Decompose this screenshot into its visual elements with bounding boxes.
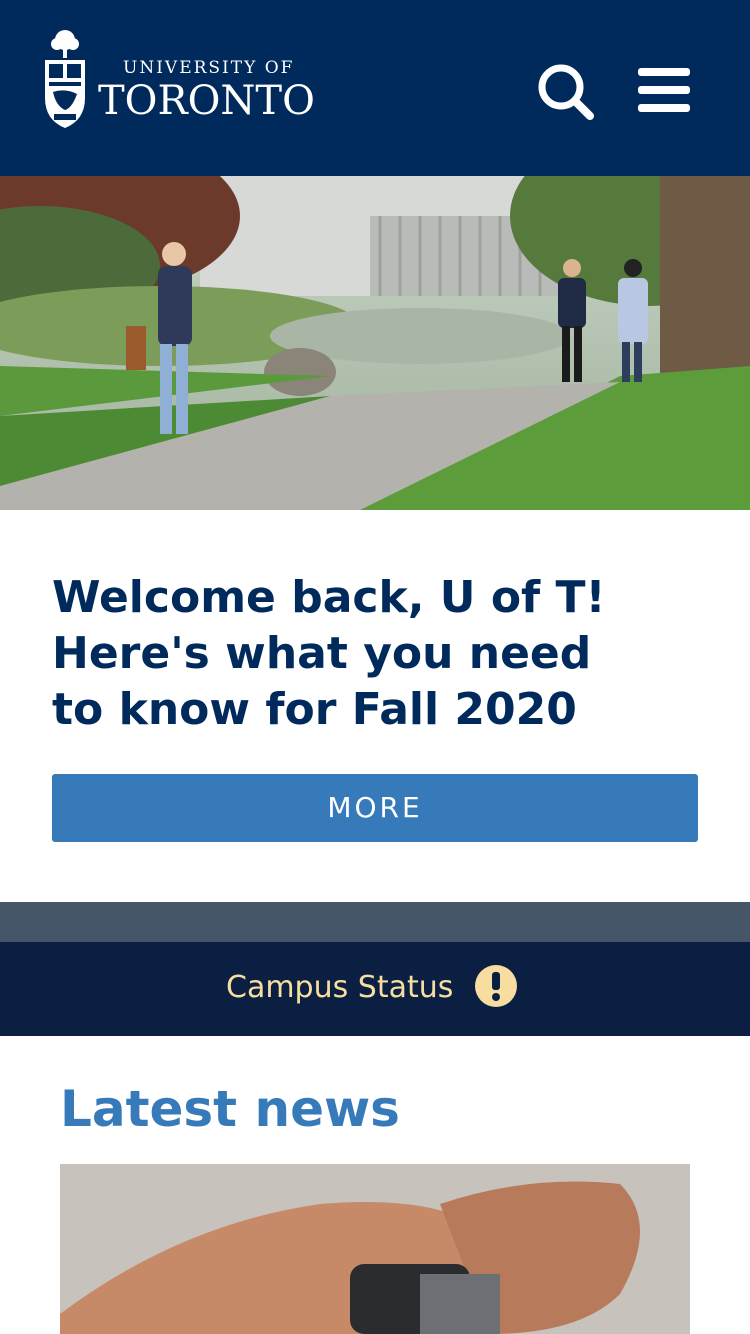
headline-line-2: Here's what you need (52, 628, 592, 679)
smartwatch-photo (60, 1164, 690, 1334)
welcome-headline: Welcome back, U of T! Here's what you ne… (52, 570, 692, 738)
more-button[interactable]: MORE (52, 774, 698, 842)
logo-line-1: UNIVERSITY OF (123, 58, 295, 78)
news-article-image[interactable] (60, 1164, 690, 1334)
headline-line-1: Welcome back, U of T! (52, 572, 606, 623)
site-header: UNIVERSITY OF TORONTO (0, 0, 750, 176)
hamburger-menu-icon[interactable] (634, 64, 694, 116)
campus-walkway-image (0, 176, 750, 510)
logo-line-2: TORONTO (98, 78, 315, 124)
hero-photo (0, 176, 750, 510)
section-divider (0, 902, 750, 942)
campus-status-label: Campus Status (226, 970, 454, 1005)
search-icon[interactable] (534, 60, 596, 122)
headline-line-3: to know for Fall 2020 (52, 684, 577, 735)
latest-news-heading: Latest news (60, 1080, 400, 1138)
campus-status-bar[interactable]: Campus Status (0, 942, 750, 1036)
exclamation-circle-icon (475, 965, 517, 1007)
university-crest-icon[interactable] (42, 28, 88, 130)
